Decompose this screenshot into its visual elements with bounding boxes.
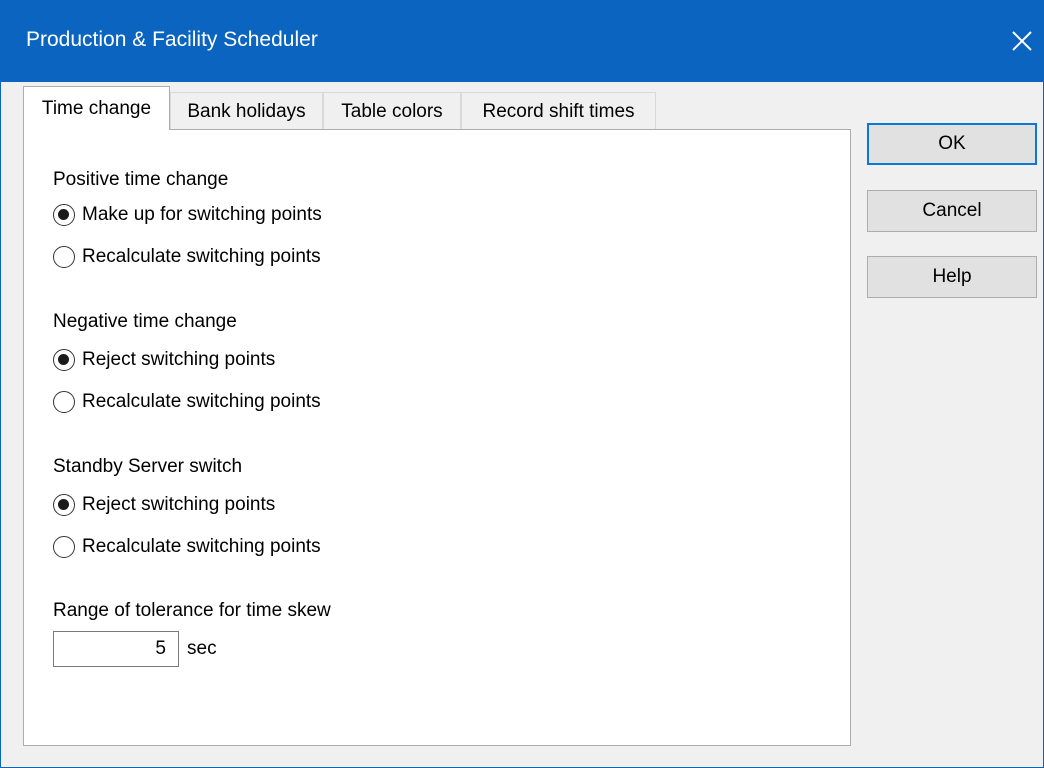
radio-selected-dot xyxy=(58,209,69,220)
tab-time-change[interactable]: Time change xyxy=(23,86,170,130)
radio-label: Reject switching points xyxy=(82,494,276,515)
radio-button[interactable] xyxy=(53,246,75,268)
title-bar: Production & Facility Scheduler xyxy=(1,0,1043,82)
dialog-window: Production & Facility Scheduler Time cha… xyxy=(0,0,1044,768)
radio-button[interactable] xyxy=(53,349,75,371)
tab-label: Record shift times xyxy=(482,101,635,122)
tolerance-unit-label: sec xyxy=(187,638,217,659)
help-button[interactable]: Help xyxy=(867,256,1037,298)
ok-button[interactable]: OK xyxy=(867,123,1037,165)
tab-label: Table colors xyxy=(341,101,443,122)
cancel-button[interactable]: Cancel xyxy=(867,190,1037,232)
radio-label: Make up for switching points xyxy=(82,204,322,225)
radio-selected-dot xyxy=(58,354,69,365)
radio-button[interactable] xyxy=(53,494,75,516)
radio-label: Recalculate switching points xyxy=(82,246,321,267)
radio-label: Reject switching points xyxy=(82,349,276,370)
radio-label: Recalculate switching points xyxy=(82,391,321,412)
tab-bank-holidays[interactable]: Bank holidays xyxy=(170,92,323,130)
tab-label: Time change xyxy=(41,98,152,119)
close-icon xyxy=(1012,31,1032,51)
radio-button[interactable] xyxy=(53,536,75,558)
tab-table-colors[interactable]: Table colors xyxy=(323,92,461,130)
positive-time-change-label: Positive time change xyxy=(53,169,229,190)
standby-server-switch-label: Standby Server switch xyxy=(53,456,243,477)
tolerance-label: Range of tolerance for time skew xyxy=(53,600,331,621)
tab-record-shift-times[interactable]: Record shift times xyxy=(461,92,656,130)
radio-label: Recalculate switching points xyxy=(82,536,321,557)
radio-button[interactable] xyxy=(53,204,75,226)
tab-label: Bank holidays xyxy=(187,101,306,122)
radio-selected-dot xyxy=(58,499,69,510)
window-title: Production & Facility Scheduler xyxy=(26,28,318,51)
tolerance-input[interactable] xyxy=(53,631,179,667)
close-button[interactable] xyxy=(999,12,1043,70)
radio-button[interactable] xyxy=(53,391,75,413)
negative-time-change-label: Negative time change xyxy=(53,311,237,332)
